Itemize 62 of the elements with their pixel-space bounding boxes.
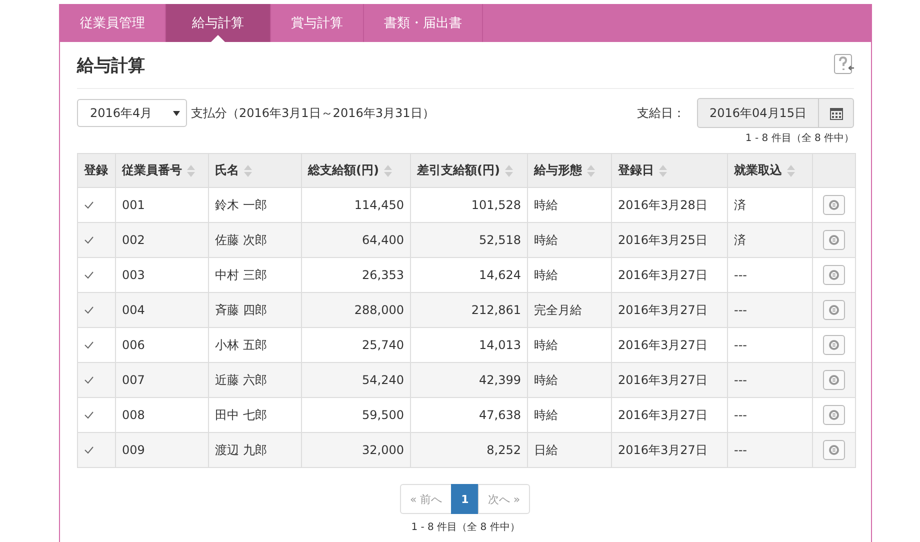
table-cell: 004 bbox=[116, 292, 208, 328]
table-cell: 007 bbox=[116, 362, 208, 398]
magnifier-icon bbox=[828, 374, 840, 386]
table-cell: --- bbox=[728, 432, 812, 468]
table-cell: 完全月給 bbox=[528, 292, 612, 328]
view-button[interactable] bbox=[823, 370, 845, 390]
table-cell: 2016年3月27日 bbox=[612, 292, 728, 328]
table-cell: 時給 bbox=[528, 362, 612, 398]
view-button[interactable] bbox=[823, 300, 845, 320]
column-header[interactable]: 氏名 bbox=[208, 154, 302, 188]
nav-tab[interactable]: 給与計算 bbox=[166, 4, 271, 42]
table-cell: --- bbox=[728, 292, 812, 328]
view-button[interactable] bbox=[823, 405, 845, 425]
magnifier-icon bbox=[828, 409, 840, 421]
table-cell: 288,000 bbox=[302, 292, 410, 328]
magnifier-icon bbox=[828, 199, 840, 211]
table-cell: --- bbox=[728, 362, 812, 398]
table-cell: 近藤 六郎 bbox=[208, 362, 302, 398]
table-cell: 002 bbox=[116, 222, 208, 258]
column-header[interactable]: 給与形態 bbox=[528, 154, 612, 188]
pay-date-label: 支給日： bbox=[637, 104, 685, 122]
table-cell: 済 bbox=[728, 222, 812, 258]
help-icon[interactable] bbox=[834, 54, 854, 76]
table-cell: 2016年3月25日 bbox=[612, 222, 728, 258]
table-cell: 佐藤 次郎 bbox=[208, 222, 302, 258]
table-cell: 2016年3月27日 bbox=[612, 432, 728, 468]
page-title: 給与計算 bbox=[77, 54, 145, 76]
view-button[interactable] bbox=[823, 265, 845, 285]
column-header[interactable]: 総支給額(円) bbox=[302, 154, 410, 188]
table-cell: 8,252 bbox=[410, 432, 528, 468]
column-header[interactable]: 差引支給額(円) bbox=[410, 154, 528, 188]
table-cell: 212,861 bbox=[410, 292, 528, 328]
column-header[interactable]: 従業員番号 bbox=[116, 154, 208, 188]
table-cell: 渡辺 九郎 bbox=[208, 432, 302, 468]
magnifier-icon bbox=[828, 444, 840, 456]
table-cell: 009 bbox=[116, 432, 208, 468]
column-header[interactable]: 登録日 bbox=[612, 154, 728, 188]
month-select[interactable]: 2016年4月 bbox=[77, 99, 187, 127]
caret-icon bbox=[173, 110, 180, 116]
table-cell: 2016年3月27日 bbox=[612, 362, 728, 398]
view-button[interactable] bbox=[823, 195, 845, 215]
page-link[interactable]: 1 bbox=[451, 484, 479, 514]
column-header: 登録 bbox=[78, 154, 116, 188]
table-cell: 54,240 bbox=[302, 362, 410, 398]
table-cell: 日給 bbox=[528, 432, 612, 468]
magnifier-icon bbox=[828, 304, 840, 316]
table-cell: 32,000 bbox=[302, 432, 410, 468]
view-button[interactable] bbox=[823, 335, 845, 355]
record-count: 1 - 8 件目（全 8 件中） bbox=[411, 522, 520, 533]
magnifier-icon bbox=[828, 269, 840, 281]
table-cell: 時給 bbox=[528, 222, 612, 258]
table-cell: 52,518 bbox=[410, 222, 528, 258]
table-cell: 42,399 bbox=[410, 362, 528, 398]
period-text: 支払分（2016年3月1日～2016年3月31日） bbox=[191, 104, 434, 122]
table-cell: 斉藤 四郎 bbox=[208, 292, 302, 328]
magnifier-icon bbox=[828, 234, 840, 246]
record-count: 1 - 8 件目（全 8 件中） bbox=[745, 133, 854, 144]
table-cell: 64,400 bbox=[302, 222, 410, 258]
magnifier-icon bbox=[828, 339, 840, 351]
view-button[interactable] bbox=[823, 440, 845, 460]
view-button[interactable] bbox=[823, 230, 845, 250]
column-header[interactable]: 就業取込 bbox=[728, 154, 812, 188]
